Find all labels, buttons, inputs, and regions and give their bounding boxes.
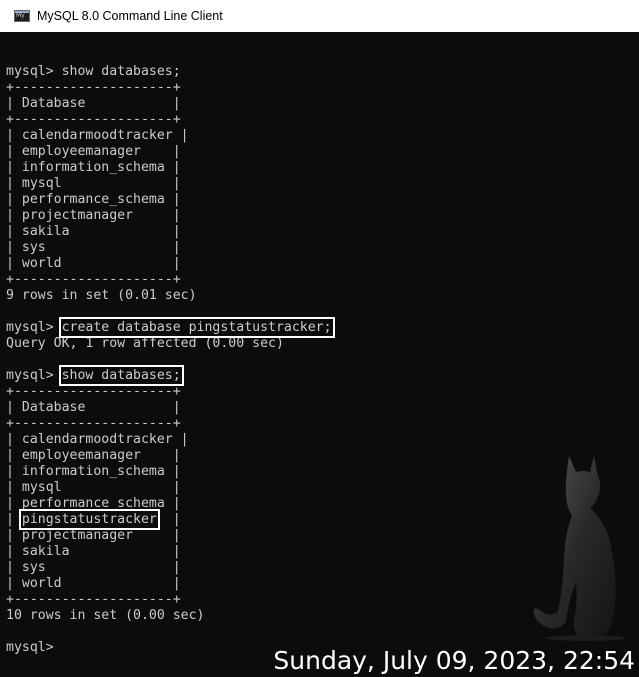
datetime-overlay: Sunday, July 09, 2023, 22:54 — [273, 646, 635, 675]
terminal-line: | information_schema | — [6, 464, 181, 479]
terminal-text: | — [156, 512, 181, 527]
terminal-line: +--------------------+ — [6, 112, 181, 127]
terminal-line: | mysql | — [6, 480, 181, 495]
terminal-line: | mysql | — [6, 176, 181, 191]
terminal-line: +--------------------+ — [6, 80, 181, 95]
terminal-line: | information_schema | — [6, 160, 181, 175]
terminal-line: | pingstatustracker | — [6, 509, 332, 530]
highlighted-text: show databases; — [58, 365, 184, 386]
terminal-line: | Database | — [6, 400, 181, 415]
terminal-text: | — [6, 512, 22, 527]
highlighted-text: pingstatustracker — [18, 509, 160, 530]
terminal-line: | Database | — [6, 96, 181, 111]
terminal-line: | employeemanager | — [6, 448, 181, 463]
terminal-line: | projectmanager | — [6, 208, 181, 223]
terminal-line: +--------------------+ — [6, 592, 181, 607]
terminal-line: mysql> create database pingstatustracker… — [6, 317, 335, 338]
console-area[interactable]: mysql> show databases; +-----------------… — [0, 32, 639, 675]
terminal-line: | sys | — [6, 560, 181, 575]
terminal-line: | world | — [6, 576, 181, 591]
mysql-console-icon — [14, 10, 30, 22]
terminal-text: mysql> — [6, 368, 62, 383]
terminal-line: | performance_schema | — [6, 192, 181, 207]
terminal-line: | sakila | — [6, 544, 181, 559]
highlighted-text: create database pingstatustracker; — [58, 317, 335, 338]
terminal-line: +--------------------+ — [6, 272, 181, 287]
terminal-line: | performance_schema | — [6, 496, 181, 511]
terminal-line: +--------------------+ — [6, 416, 181, 431]
terminal-line: +--------------------+ — [6, 384, 181, 399]
terminal-line: mysql> show databases; — [6, 365, 332, 386]
terminal-output: mysql> show databases; +-----------------… — [6, 48, 335, 656]
terminal-line: | sys | — [6, 240, 181, 255]
terminal-line: 9 rows in set (0.01 sec) — [6, 288, 197, 303]
terminal-line: mysql> show databases; — [6, 64, 181, 79]
terminal-line: | world | — [6, 256, 181, 271]
cat-silhouette-image — [533, 456, 626, 641]
terminal-line: Query OK, 1 row affected (0.00 sec) — [6, 336, 284, 351]
terminal-line: 10 rows in set (0.00 sec) — [6, 608, 205, 623]
window-title: MySQL 8.0 Command Line Client — [37, 9, 223, 23]
terminal-line: | sakila | — [6, 224, 181, 239]
terminal-line: | calendarmoodtracker | — [6, 128, 189, 143]
terminal-line: | employeemanager | — [6, 144, 181, 159]
terminal-text: mysql> — [6, 320, 62, 335]
terminal-line: | projectmanager | — [6, 528, 181, 543]
title-bar: MySQL 8.0 Command Line Client — [0, 0, 639, 32]
terminal-line: | calendarmoodtracker | — [6, 432, 189, 447]
